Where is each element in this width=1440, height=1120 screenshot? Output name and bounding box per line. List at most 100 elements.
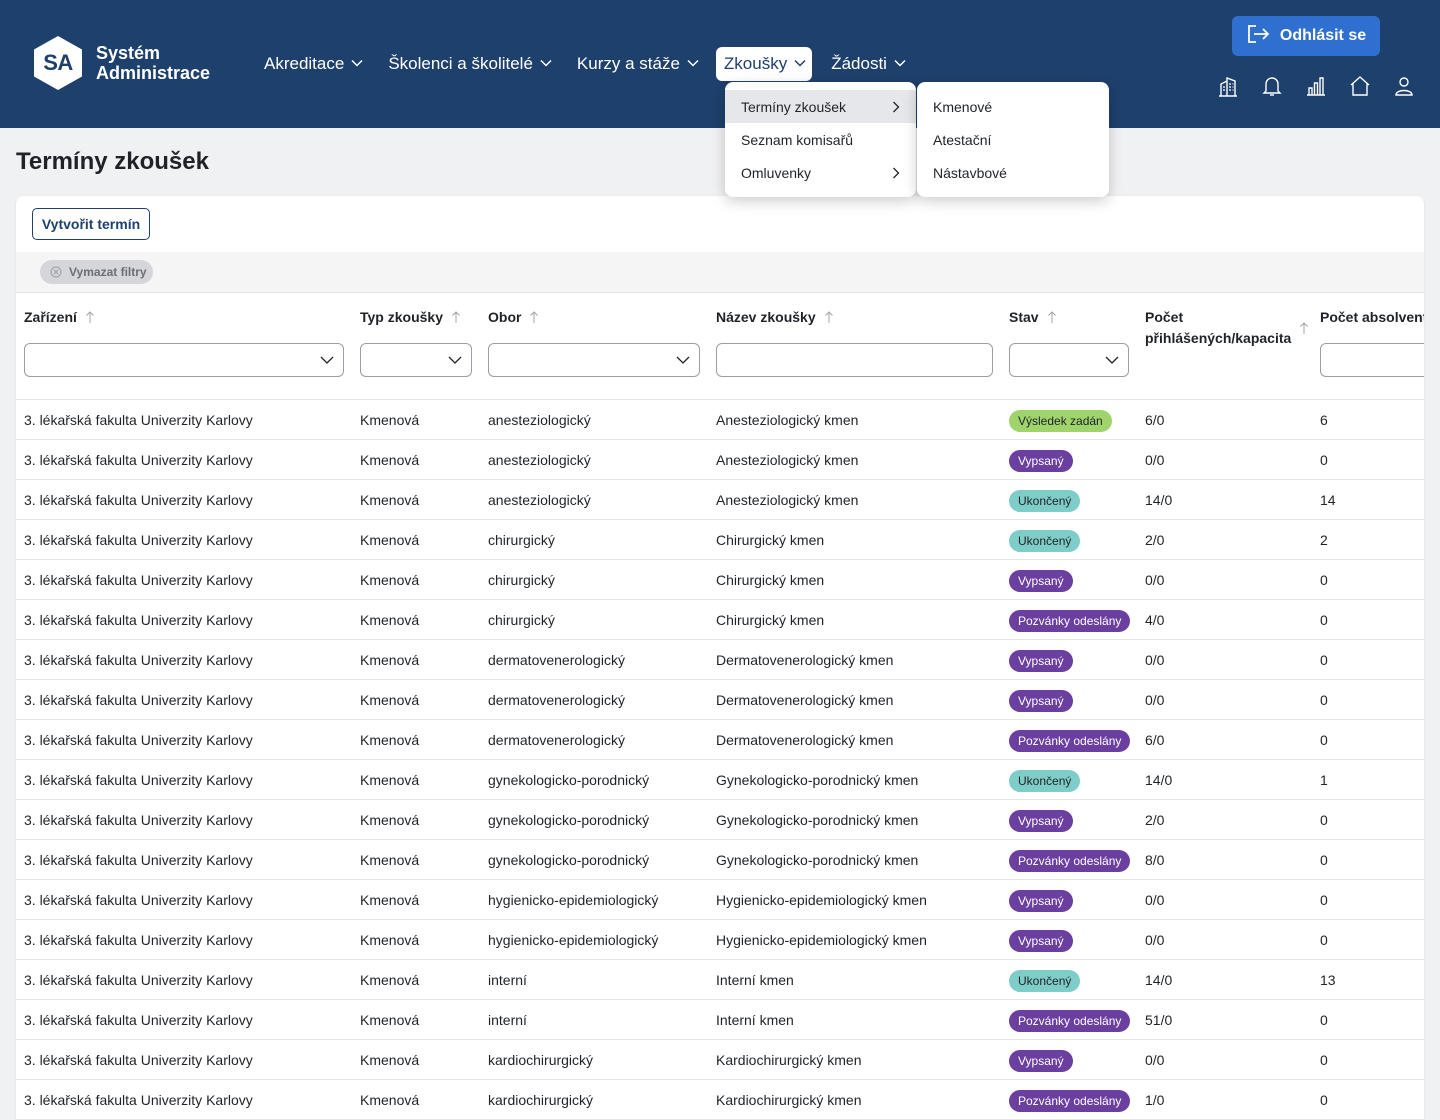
cell-nazev: Anesteziologický kmen — [716, 492, 859, 508]
status-badge: Vypsaný — [1009, 690, 1073, 713]
cell-obor: interní — [488, 1012, 527, 1028]
table-row[interactable]: 3. lékařská fakulta Univerzity Karlovy Km… — [16, 520, 1424, 560]
nav-label: Akreditace — [264, 54, 345, 73]
filter-absolventu-input[interactable] — [1320, 343, 1424, 377]
cell-zarizeni: 3. lékařská fakulta Univerzity Karlovy — [24, 772, 253, 788]
col-nazev[interactable]: Název zkoušky — [716, 307, 834, 328]
menu-item-terminy[interactable]: Termíny zkoušek — [725, 90, 916, 123]
col-stav[interactable]: Stav — [1009, 307, 1057, 328]
cell-zarizeni: 3. lékařská fakulta Univerzity Karlovy — [24, 412, 253, 428]
cell-obor: hygienicko-epidemiologický — [488, 892, 659, 908]
user-icon[interactable] — [1382, 74, 1426, 98]
col-zarizeni[interactable]: Zařízení — [24, 307, 95, 328]
zkousky-menu: Termíny zkoušek Seznam komisařů Omluvenk… — [725, 82, 916, 197]
filter-nazev-input[interactable] — [716, 343, 993, 377]
cell-nazev: Gynekologicko-porodnický kmen — [716, 812, 919, 828]
nav-kurzy[interactable]: Kurzy a stáže — [569, 47, 705, 81]
col-label: Počet absolventů — [1320, 309, 1424, 325]
cell-stav: Pozvánky odeslány — [1009, 840, 1131, 880]
table-row[interactable]: 3. lékařská fakulta Univerzity Karlovy Km… — [16, 920, 1424, 960]
submenu-item-nastavbove[interactable]: Nástavbové — [917, 156, 1109, 189]
clear-filters-label: Vymazat filtry — [69, 265, 147, 279]
cell-typ: Kmenová — [360, 932, 420, 948]
table-row[interactable]: 3. lékařská fakulta Univerzity Karlovy Km… — [16, 800, 1424, 840]
cell-typ: Kmenová — [360, 492, 420, 508]
cell-nazev: Anesteziologický kmen — [716, 412, 859, 428]
cell-typ: Kmenová — [360, 812, 420, 828]
cell-nazev: Gynekologicko-porodnický kmen — [716, 852, 919, 868]
cell-typ: Kmenová — [360, 732, 420, 748]
col-obor[interactable]: Obor — [488, 307, 539, 328]
filter-zarizeni-select[interactable] — [24, 343, 344, 377]
cell-obor: gynekologicko-porodnický — [488, 772, 650, 788]
status-badge: Pozvánky odeslány — [1009, 730, 1131, 753]
table-row[interactable]: 3. lékařská fakulta Univerzity Karlovy Km… — [16, 480, 1424, 520]
table-row[interactable]: 3. lékařská fakulta Univerzity Karlovy Km… — [16, 720, 1424, 760]
menu-item-omluvenky[interactable]: Omluvenky — [725, 156, 916, 189]
table-row[interactable]: 3. lékařská fakulta Univerzity Karlovy Km… — [16, 840, 1424, 880]
table-row[interactable]: 3. lékařská fakulta Univerzity Karlovy Km… — [16, 880, 1424, 920]
bar-chart-icon[interactable] — [1294, 74, 1338, 98]
table-row[interactable]: 3. lékařská fakulta Univerzity Karlovy Km… — [16, 1080, 1424, 1120]
nav-label: Školenci a školitelé — [388, 54, 533, 73]
clear-filters-button[interactable]: Vymazat filtry — [40, 260, 153, 284]
col-typ[interactable]: Typ zkoušky — [360, 307, 461, 328]
filter-typ-select[interactable] — [360, 343, 472, 377]
chevron-down-icon — [894, 59, 906, 69]
building-icon[interactable] — [1206, 74, 1250, 98]
col-label: Stav — [1009, 309, 1039, 325]
bell-icon[interactable] — [1250, 74, 1294, 98]
table-row[interactable]: 3. lékařská fakulta Univerzity Karlovy Km… — [16, 1000, 1424, 1040]
top-header: SA Systém Administrace Akreditace Školen… — [0, 0, 1440, 128]
cell-pocet: 2/0 — [1145, 812, 1165, 828]
submenu-item-kmenove[interactable]: Kmenové — [917, 90, 1109, 123]
logout-label: Odhlásit se — [1279, 27, 1367, 44]
nav-label: Kurzy a stáže — [576, 54, 680, 73]
nav-zkousky[interactable]: Zkoušky — [715, 47, 813, 81]
table-row[interactable]: 3. lékařská fakulta Univerzity Karlovy Km… — [16, 600, 1424, 640]
sort-arrow-icon — [1047, 311, 1056, 323]
sort-arrow-icon — [824, 311, 833, 323]
sort-arrow-icon — [452, 311, 460, 323]
cell-obor: chirurgický — [488, 572, 555, 588]
cell-pocet: 0/0 — [1145, 1052, 1165, 1068]
table-row[interactable]: 3. lékařská fakulta Univerzity Karlovy Km… — [16, 760, 1424, 800]
menu-item-komisari[interactable]: Seznam komisařů — [725, 123, 916, 156]
filter-obor-select[interactable] — [488, 343, 700, 377]
cell-typ: Kmenová — [360, 652, 420, 668]
exam-table-card: Vytvořit termín Vymazat filtry Zařízení … — [16, 196, 1424, 1120]
col-absolventu[interactable]: Počet absolventů — [1320, 307, 1424, 328]
cell-stav: Ukončený — [1009, 520, 1081, 560]
app-logo[interactable]: SA Systém Administrace — [34, 36, 210, 90]
chevron-down-icon — [687, 59, 699, 69]
cell-stav: Vypsaný — [1009, 800, 1073, 840]
status-badge: Vypsaný — [1009, 570, 1073, 593]
create-term-button[interactable]: Vytvořit termín — [32, 208, 150, 240]
nav-zadosti[interactable]: Žádosti — [823, 47, 912, 81]
table-body: 3. lékařská fakulta Univerzity Karlovy Km… — [16, 400, 1424, 1120]
cell-nazev: Dermatovenerologický kmen — [716, 652, 894, 668]
cell-zarizeni: 3. lékařská fakulta Univerzity Karlovy — [24, 972, 253, 988]
table-row[interactable]: 3. lékařská fakulta Univerzity Karlovy Km… — [16, 560, 1424, 600]
cell-zarizeni: 3. lékařská fakulta Univerzity Karlovy — [24, 812, 253, 828]
submenu-item-atestacni[interactable]: Atestační — [917, 123, 1109, 156]
col-pocet[interactable]: Počet přihlášených/kapacita — [1145, 307, 1309, 349]
table-row[interactable]: 3. lékařská fakulta Univerzity Karlovy Km… — [16, 960, 1424, 1000]
home-icon[interactable] — [1338, 74, 1382, 98]
table-row[interactable]: 3. lékařská fakulta Univerzity Karlovy Km… — [16, 440, 1424, 480]
cell-stav: Výsledek zadán — [1009, 400, 1112, 440]
cell-absolventu: 0 — [1320, 1012, 1328, 1028]
table-row[interactable]: 3. lékařská fakulta Univerzity Karlovy Km… — [16, 640, 1424, 680]
nav-akreditace[interactable]: Akreditace — [256, 47, 369, 81]
cell-zarizeni: 3. lékařská fakulta Univerzity Karlovy — [24, 452, 253, 468]
table-row[interactable]: 3. lékařská fakulta Univerzity Karlovy Km… — [16, 400, 1424, 440]
filter-stav-select[interactable] — [1009, 343, 1129, 377]
cell-zarizeni: 3. lékařská fakulta Univerzity Karlovy — [24, 932, 253, 948]
status-badge: Ukončený — [1009, 530, 1081, 553]
table-row[interactable]: 3. lékařská fakulta Univerzity Karlovy Km… — [16, 1040, 1424, 1080]
table-row[interactable]: 3. lékařská fakulta Univerzity Karlovy Km… — [16, 680, 1424, 720]
logout-button[interactable]: Odhlásit se — [1232, 16, 1380, 56]
nav-skolenci[interactable]: Školenci a školitelé — [380, 47, 558, 81]
cell-stav: Vypsaný — [1009, 640, 1073, 680]
cell-absolventu: 0 — [1320, 452, 1328, 468]
